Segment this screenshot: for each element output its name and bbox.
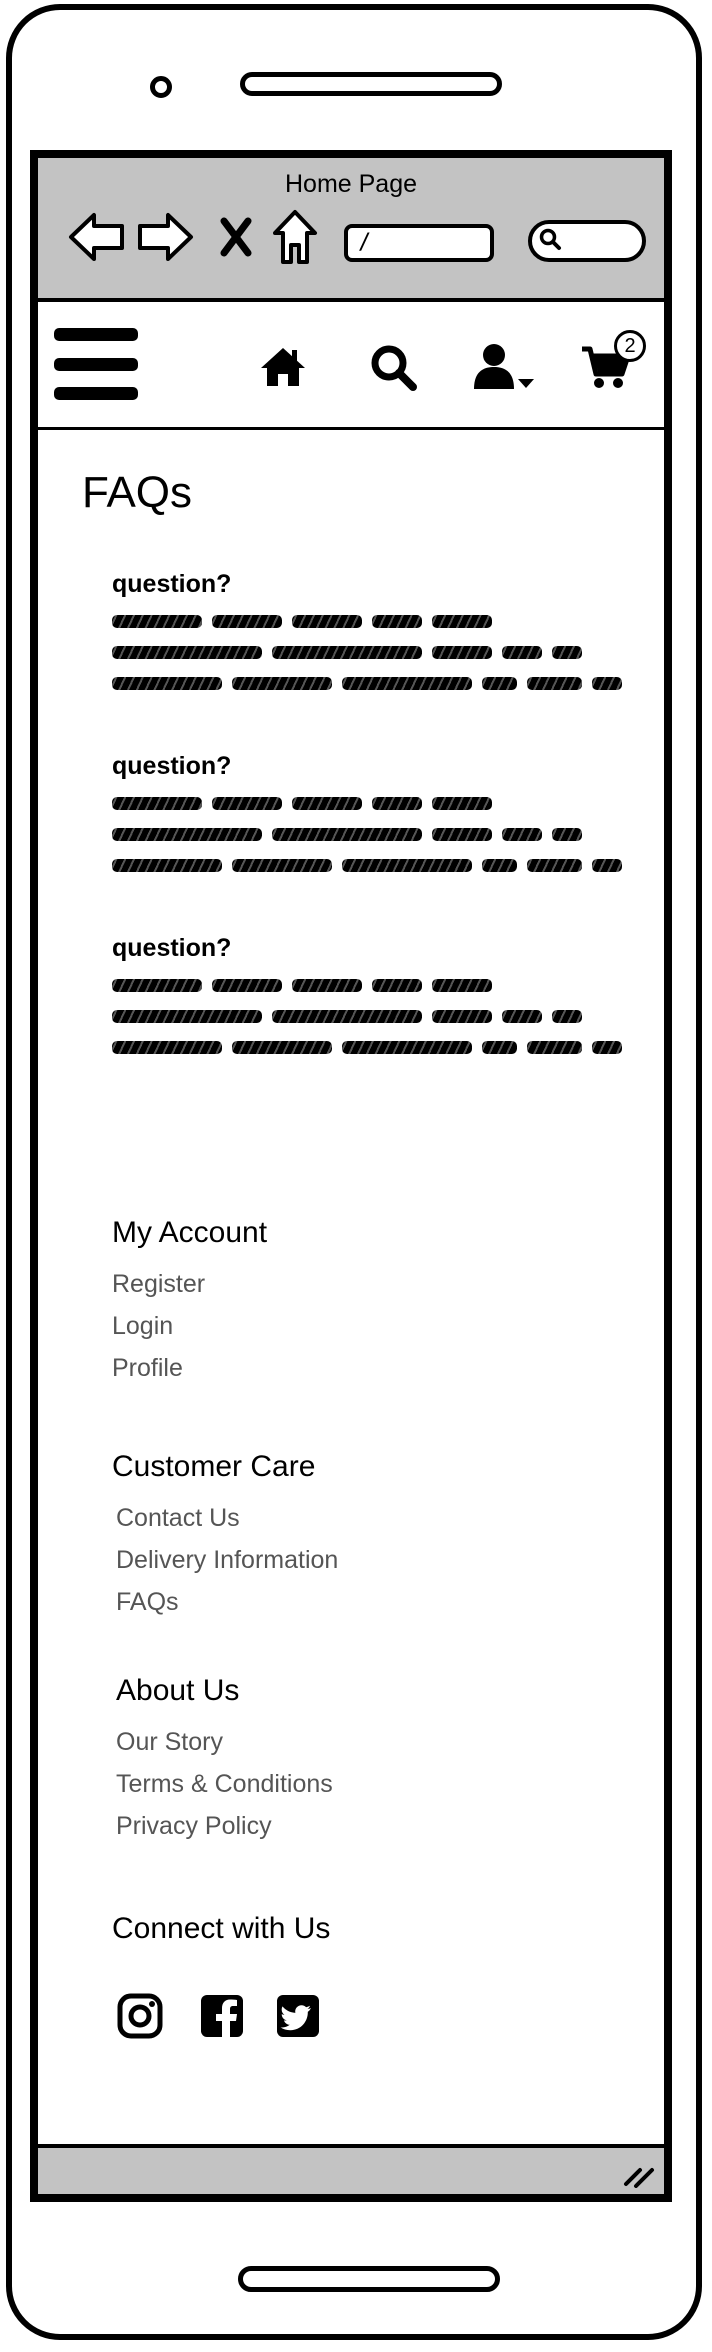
browser-search-input[interactable] — [528, 220, 646, 262]
close-icon[interactable] — [216, 206, 256, 268]
footer-link-profile[interactable]: Profile — [112, 1354, 183, 1383]
faq-question: question? — [112, 752, 232, 780]
faq-answer — [112, 973, 632, 1059]
status-bar — [38, 2144, 664, 2194]
browser-title: Home Page — [284, 170, 418, 198]
faq-answer — [112, 791, 632, 877]
twitter-icon[interactable] — [274, 1992, 322, 2040]
footer-link-privacy-policy[interactable]: Privacy Policy — [116, 1812, 272, 1841]
footer-link-faqs[interactable]: FAQs — [116, 1588, 179, 1617]
facebook-icon[interactable] — [198, 1992, 246, 2040]
footer-link-our-story[interactable]: Our Story — [116, 1728, 223, 1757]
footer-link-contact-us[interactable]: Contact Us — [116, 1504, 240, 1533]
footer-heading-customer-care: Customer Care — [112, 1450, 316, 1483]
user-dropdown-icon[interactable] — [472, 340, 538, 394]
speaker — [240, 72, 502, 96]
search-icon — [538, 227, 562, 256]
footer-heading-connect: Connect with Us — [112, 1912, 331, 1945]
search-icon[interactable] — [366, 340, 420, 394]
footer-link-terms-conditions[interactable]: Terms & Conditions — [116, 1770, 333, 1799]
faq-question: question? — [112, 934, 232, 962]
home-button[interactable] — [238, 2266, 500, 2292]
browser-bar: Home Page / — [38, 158, 664, 302]
home-outline-icon[interactable] — [270, 206, 320, 268]
faq-item: question? — [112, 570, 632, 702]
screen: Home Page / 2 — [30, 150, 672, 2202]
page-title: FAQs — [82, 468, 193, 517]
faq-question: question? — [112, 570, 232, 598]
forward-arrow-icon[interactable] — [134, 206, 196, 268]
url-input[interactable]: / — [344, 224, 494, 262]
faq-item: question? — [112, 752, 632, 884]
faq-item: question? — [112, 934, 632, 1066]
back-arrow-icon[interactable] — [66, 206, 128, 268]
menu-icon[interactable] — [54, 328, 138, 400]
home-icon[interactable] — [256, 340, 310, 394]
camera — [150, 76, 172, 98]
footer-heading-my-account: My Account — [112, 1216, 268, 1249]
cart-count-badge: 2 — [614, 330, 646, 362]
instagram-icon[interactable] — [116, 1992, 164, 2040]
footer-link-login[interactable]: Login — [112, 1312, 173, 1341]
faq-answer — [112, 609, 632, 695]
app-header: 2 — [38, 302, 664, 430]
footer-link-register[interactable]: Register — [112, 1270, 205, 1299]
footer-heading-about-us: About Us — [116, 1674, 240, 1707]
footer-link-delivery-information[interactable]: Delivery Information — [116, 1546, 338, 1575]
resize-grip-icon[interactable] — [622, 2160, 656, 2188]
